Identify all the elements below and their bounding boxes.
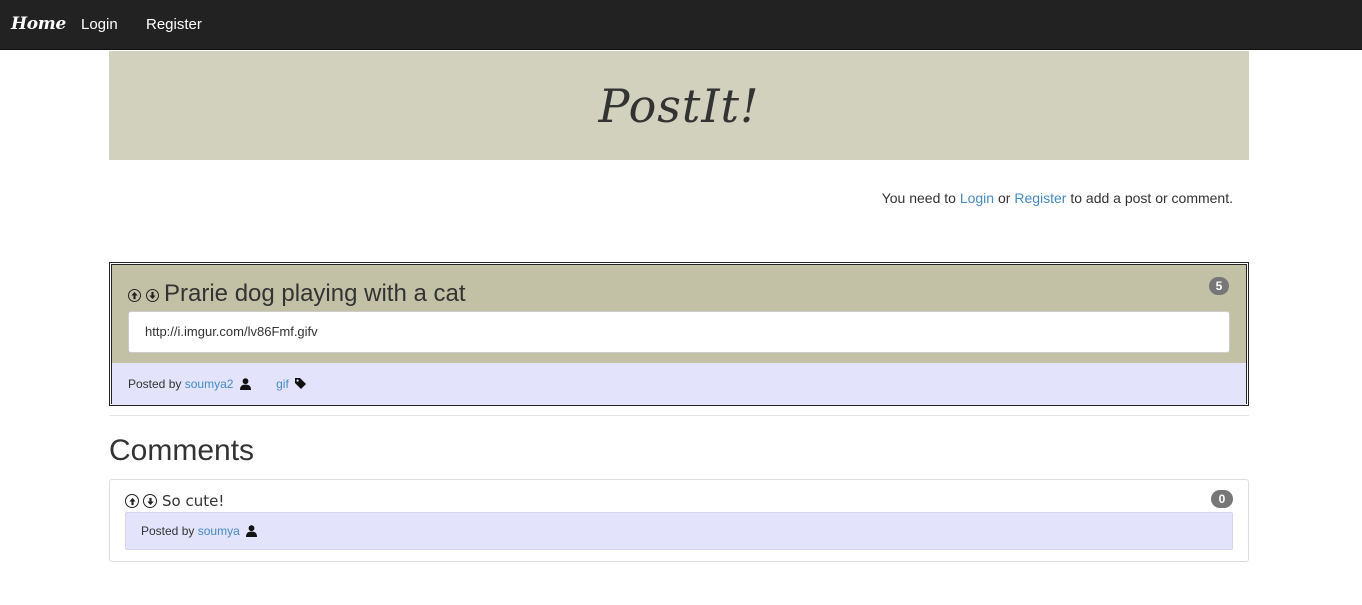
notice-or: or — [997, 190, 1011, 206]
arrow-down-icon — [149, 291, 156, 300]
site-banner: PostIt! — [109, 51, 1249, 160]
arrow-down-icon — [146, 497, 154, 505]
posted-by-label: Posted by — [141, 524, 195, 538]
notice-prefix: You need to — [881, 190, 956, 206]
comment-footer: Posted by soumya — [125, 512, 1233, 550]
user-icon — [239, 378, 251, 390]
post-tag-link[interactable]: gif — [276, 377, 289, 391]
downvote-icon[interactable] — [146, 289, 159, 302]
nav-login-link[interactable]: Login — [81, 16, 118, 33]
post-author-link[interactable]: soumya2 — [185, 377, 234, 391]
arrow-up-icon — [128, 497, 136, 505]
comment-meta: Posted by soumya — [141, 524, 258, 538]
arrow-up-icon — [131, 291, 138, 300]
posted-by-label: Posted by — [128, 377, 182, 391]
nav-register-link[interactable]: Register — [146, 16, 202, 33]
comment-upvote-icon[interactable] — [125, 494, 139, 508]
post-card: Prarie dog playing with a cat 5 http://i… — [109, 262, 1249, 406]
tag-icon — [295, 378, 307, 389]
comment-vote-badge: 0 — [1211, 490, 1233, 508]
notice-register-link[interactable]: Register — [1014, 190, 1066, 206]
comment-author-link[interactable]: soumya — [198, 524, 240, 538]
post-title[interactable]: Prarie dog playing with a cat — [164, 280, 466, 308]
notice-login-link[interactable]: Login — [960, 190, 994, 206]
post-meta: Posted by soumya2 gif — [128, 377, 307, 391]
section-divider — [109, 415, 1249, 416]
top-navbar: Home Login Register — [0, 0, 1362, 50]
comment-text: So cute! — [162, 492, 225, 510]
notice-suffix: to add a post or comment. — [1070, 190, 1233, 206]
upvote-icon[interactable] — [128, 289, 141, 302]
comment-count-badge: 5 — [1209, 277, 1229, 295]
home-link[interactable]: Home — [11, 14, 66, 34]
post-header: Prarie dog playing with a cat 5 http://i… — [112, 265, 1246, 363]
post-url[interactable]: http://i.imgur.com/lv86Fmf.gifv — [145, 324, 318, 339]
user-icon — [246, 525, 258, 537]
post-footer: Posted by soumya2 gif — [112, 363, 1246, 405]
login-notice: You need to Login or Register to add a p… — [882, 190, 1233, 206]
comment-downvote-icon[interactable] — [143, 494, 157, 508]
comments-heading: Comments — [109, 434, 255, 467]
comment-card: So cute! 0 Posted by soumya — [109, 479, 1249, 562]
post-url-box[interactable]: http://i.imgur.com/lv86Fmf.gifv — [128, 311, 1230, 353]
site-logo: PostIt! — [598, 79, 760, 133]
